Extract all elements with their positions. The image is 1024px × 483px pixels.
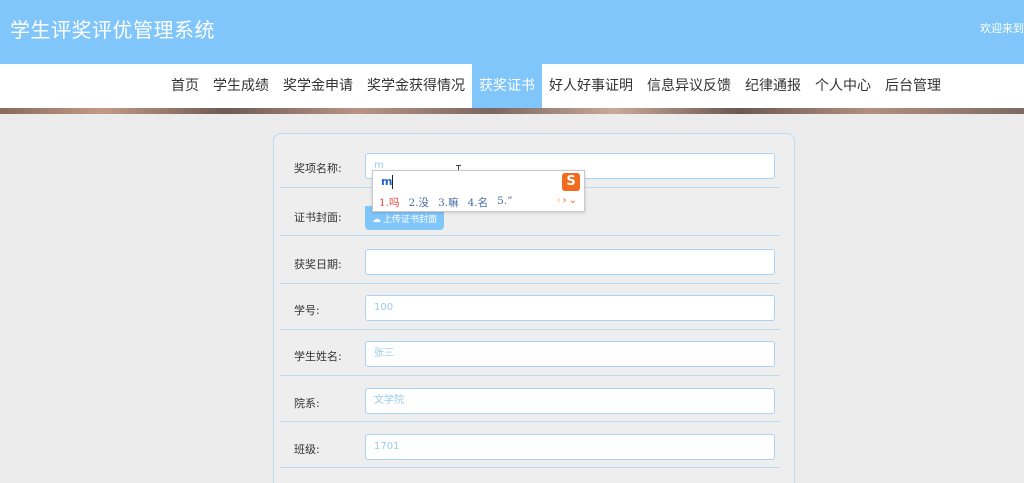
department-label: 院系: [294,397,320,410]
form-row-class: 班级: 1701 [280,422,780,468]
nav-item-good-deeds[interactable]: 好人好事证明 [542,64,640,108]
ime-candidate[interactable]: 4.名 [468,195,489,210]
ime-candidate[interactable]: 2.没 [409,195,430,210]
nav-item-admin[interactable]: 后台管理 [878,64,948,108]
class-placeholder: 1701 [374,441,400,452]
class-input[interactable]: 1701 [365,434,775,460]
nav-item-home[interactable]: 首页 [164,64,206,108]
ime-candidate[interactable]: 5.” [497,195,512,210]
nav-item-profile[interactable]: 个人中心 [808,64,878,108]
award-date-input[interactable] [365,249,775,275]
nav-item-scholarship-results[interactable]: 奖学金获得情况 [360,64,472,108]
upload-cover-label: 上传证书封面 [383,215,438,225]
ime-candidate[interactable]: 1.吗 [379,195,400,210]
ime-composition: m [381,175,393,188]
nav-item-award-certificates[interactable]: 获奖证书 [472,64,542,108]
main-nav: 首页 学生成绩 奖学金申请 奖学金获得情况 获奖证书 好人好事证明 信息异议反馈… [0,64,1024,108]
ime-caret [392,175,393,189]
welcome-text: 欢迎来到 [980,22,1024,35]
nav-item-grades[interactable]: 学生成绩 [206,64,276,108]
student-name-placeholder: 张三 [374,348,394,359]
nav-list: 首页 学生成绩 奖学金申请 奖学金获得情况 获奖证书 好人好事证明 信息异议反馈… [164,64,948,108]
form-row-award-date: 获奖日期: [280,236,780,284]
student-name-input[interactable]: 张三 [365,341,775,367]
ime-candidate-popup: m S 1.吗 2.没 3.嘛 4.名 5.” ‹›⌄ [372,170,585,212]
ime-page-controls: ‹›⌄ [557,195,579,206]
department-input[interactable]: 文学院 [365,388,775,414]
class-label: 班级: [294,443,320,456]
nav-item-scholarship-apply[interactable]: 奖学金申请 [276,64,360,108]
form-row-student-name: 学生姓名: 张三 [280,330,780,376]
department-placeholder: 文学院 [374,395,404,406]
student-id-input[interactable]: 100 [365,295,775,321]
nav-item-feedback[interactable]: 信息异议反馈 [640,64,738,108]
ime-candidate[interactable]: 3.嘛 [438,195,459,210]
student-id-placeholder: 100 [374,302,394,313]
form-row-department: 院系: 文学院 [280,376,780,422]
award-name-label: 奖项名称: [294,162,342,175]
nav-item-discipline[interactable]: 纪律通报 [738,64,808,108]
banner-strip [0,108,1024,114]
sogou-ime-logo-icon: S [562,173,580,191]
award-date-label: 获奖日期: [294,258,342,271]
top-header: 学生评奖评优管理系统 欢迎来到 [0,0,1024,64]
form-row-student-id: 学号: 100 [280,284,780,330]
app-title: 学生评奖评优管理系统 [10,18,215,42]
student-name-label: 学生姓名: [294,350,342,363]
ime-expand-icon[interactable]: ⌄ [569,195,579,206]
student-id-label: 学号: [294,304,320,317]
cover-label: 证书封面: [294,211,342,224]
ime-candidate-list: 1.吗 2.没 3.嘛 4.名 5.” [379,195,522,210]
